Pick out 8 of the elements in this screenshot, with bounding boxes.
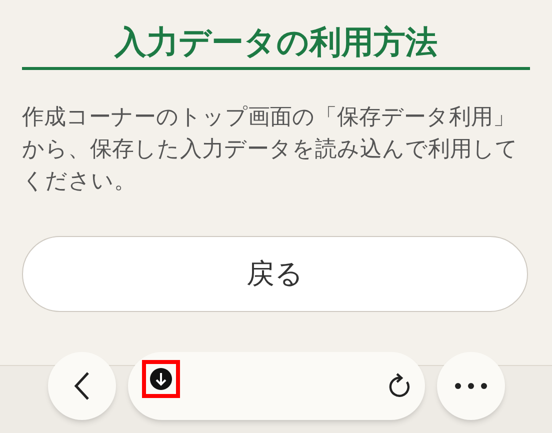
instruction-text: 作成コーナーのトップ画面の「保存データ利用」から、保存した入力データを読み込んで利用してください。 (22, 104, 519, 196)
more-icon (455, 383, 487, 389)
reload-icon[interactable] (387, 373, 411, 399)
page-heading: 入力データの利用方法 (113, 22, 438, 63)
back-button[interactable]: 戻る (22, 236, 528, 312)
back-icon (73, 371, 91, 401)
address-bar[interactable] (128, 352, 425, 420)
download-icon (150, 368, 172, 390)
